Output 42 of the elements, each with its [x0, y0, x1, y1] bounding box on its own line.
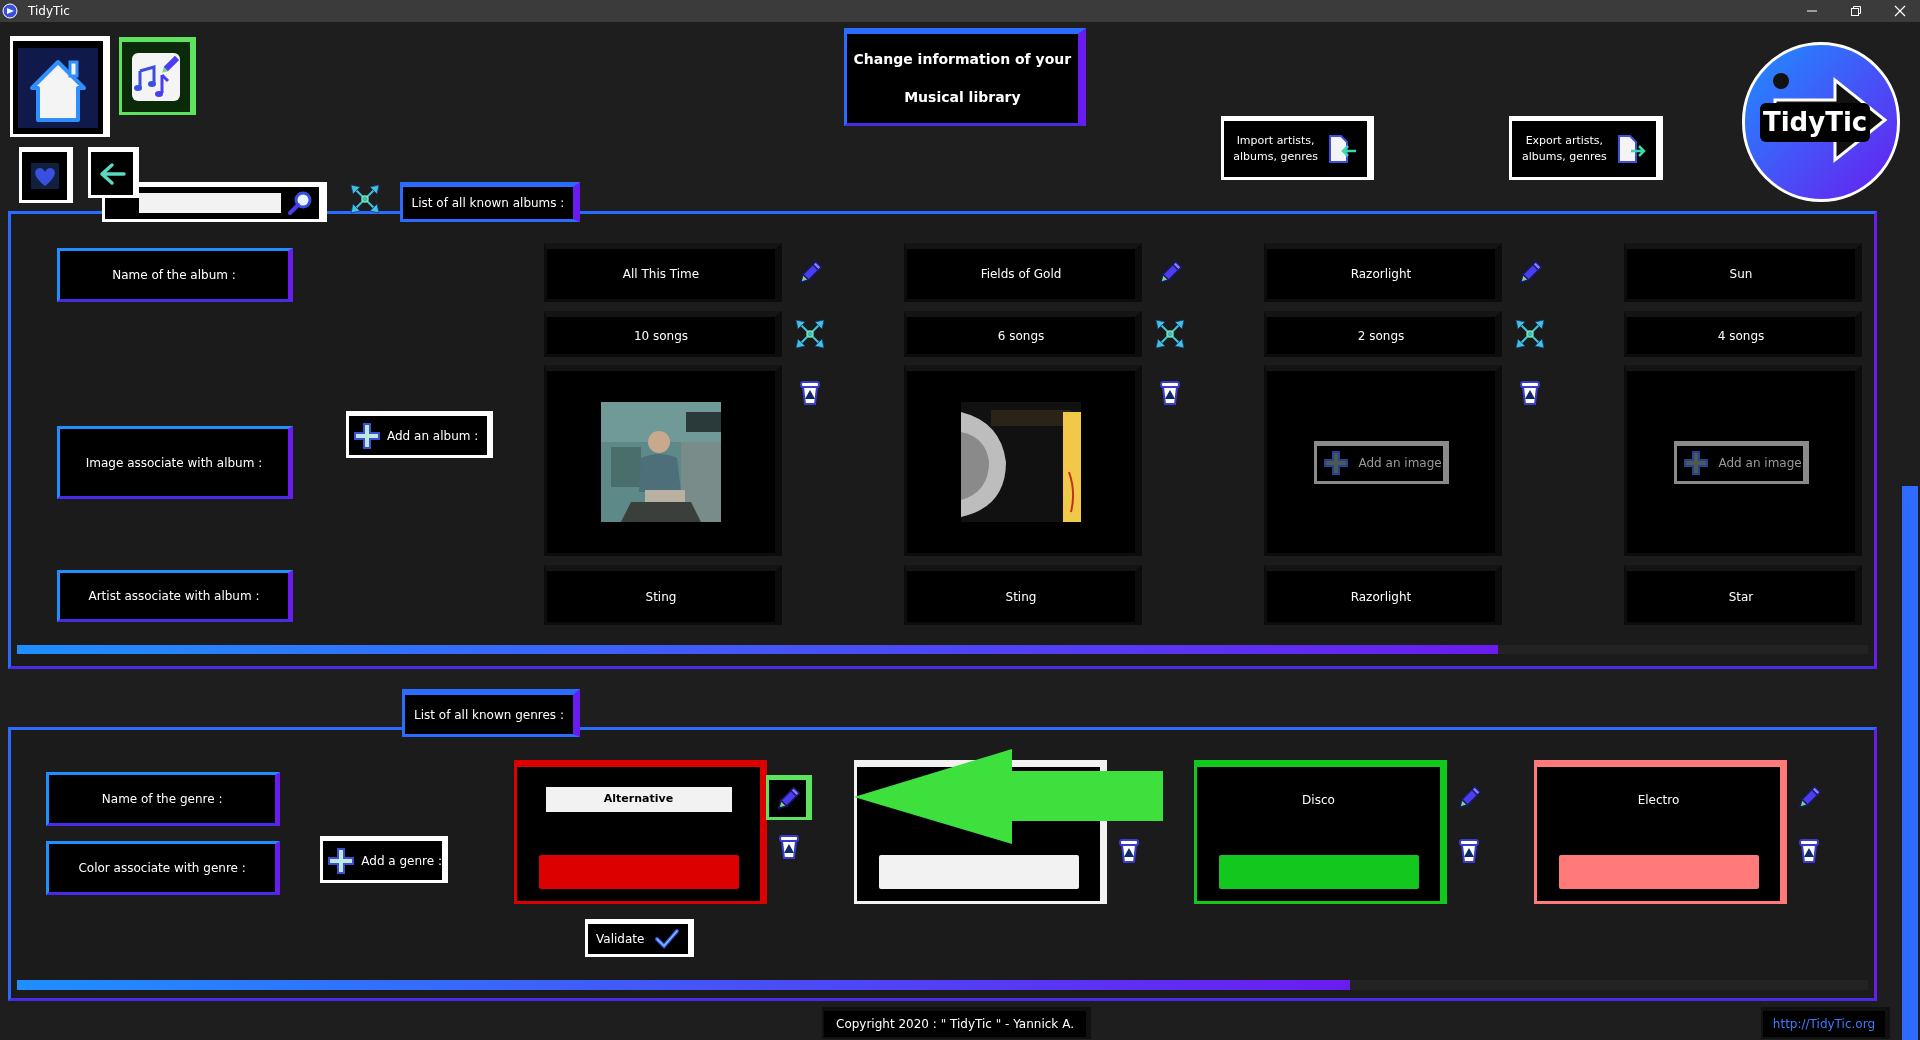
genre-name: Electro	[1637, 792, 1680, 809]
section-tab[interactable]: List of all known genres :	[402, 689, 580, 737]
artist-name: Star	[1624, 565, 1862, 625]
header-text: Change information of your	[853, 49, 1072, 69]
export-button[interactable]: Export artists, albums, genres	[1509, 116, 1664, 180]
add-button[interactable]: Add an album :	[346, 411, 493, 458]
button-label: albums, genres	[1233, 149, 1318, 165]
genre-card[interactable]: Alternative	[514, 760, 767, 904]
genre-name: Disco	[1302, 792, 1335, 809]
artist-name: Sting	[904, 565, 1142, 625]
validate-button[interactable]: Validate	[585, 919, 694, 957]
add-button[interactable]: Add a genre :	[320, 836, 448, 883]
album-name: All This Time	[544, 243, 782, 302]
song-count: 10 songs	[544, 311, 782, 357]
field-label: Artist associate with album :	[57, 570, 293, 622]
field-label: Color associate with genre :	[46, 841, 281, 895]
website-link[interactable]: http://TidyTic.org	[1760, 1007, 1890, 1039]
song-count: 4 songs	[1624, 311, 1862, 357]
button-label: Import artists,	[1236, 133, 1315, 149]
song-count: 6 songs	[904, 311, 1142, 357]
copyright-text: Copyright 2020 : " TidyTic " - Yannick A.	[822, 1007, 1091, 1039]
field-label: Name of the genre :	[46, 772, 281, 826]
section-tab[interactable]: List of all known albums :	[400, 182, 580, 222]
genre-card[interactable]: Electro	[1534, 760, 1787, 904]
genre-card[interactable]: Disco	[1194, 760, 1447, 904]
artist-name: Sting	[544, 565, 782, 625]
button-label: albums, genres	[1522, 149, 1607, 165]
genre-name-field[interactable]: Alternative	[545, 787, 732, 812]
album-name: Razorlight	[1264, 243, 1502, 302]
add-image-button[interactable]: Add an image	[1313, 440, 1449, 484]
window-title: TidyTic	[28, 3, 70, 20]
add-image-button[interactable]: Add an image	[1673, 440, 1809, 484]
album-name: Sun	[1624, 243, 1862, 302]
artist-name: Razorlight	[1264, 565, 1502, 625]
album-name: Fields of Gold	[904, 243, 1142, 302]
import-button[interactable]: Import artists, albums, genres	[1220, 116, 1375, 180]
field-label: Image associate with album :	[57, 426, 293, 499]
field-label: Name of the album :	[57, 248, 293, 302]
button-label: Export artists,	[1525, 133, 1604, 149]
song-count: 2 songs	[1264, 311, 1502, 357]
header-text: Musical library	[904, 88, 1021, 108]
logo-text: TidyTic	[1759, 102, 1871, 142]
